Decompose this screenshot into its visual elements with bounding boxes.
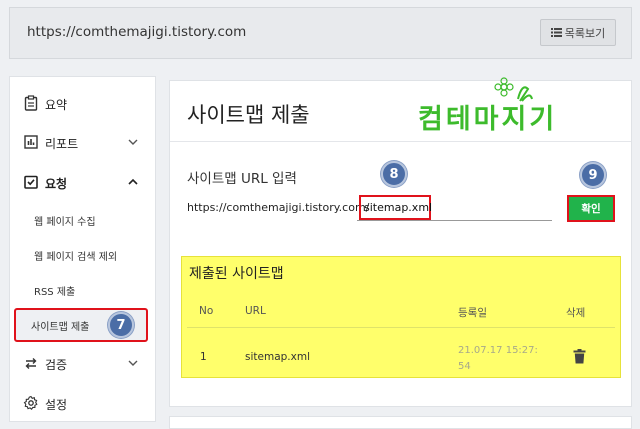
page-title: 사이트맵 제출 — [187, 103, 310, 127]
main-panel-bottom — [169, 416, 632, 429]
submitted-sitemaps-section: 제출된 사이트맵 No URL 등록일 삭제 1 sitemap.xml 21.… — [181, 256, 621, 378]
list-view-label: 목록보기 — [564, 26, 606, 40]
checkbox-icon — [24, 175, 38, 189]
sidebar-item-label: 검증 — [45, 358, 68, 372]
sidebar-item-label: 설정 — [45, 398, 68, 412]
brand-logo-text: 컴테마지기 — [418, 104, 558, 135]
sidebar-item-verify[interactable]: 검증 — [10, 353, 157, 373]
confirm-button[interactable]: 확인 — [567, 195, 615, 222]
chevron-up-icon — [128, 178, 138, 185]
sidebar-subitem-page-exclude[interactable]: 웹 페이지 검색 제외 — [34, 248, 117, 263]
list-view-button[interactable]: 목록보기 — [540, 19, 616, 46]
column-header-url: URL — [245, 305, 266, 317]
step-badge-8: 8 — [381, 161, 407, 187]
top-bar: https://comthemajigi.tistory.com 목록보기 — [9, 7, 632, 59]
list-icon — [550, 28, 562, 37]
main-panel: 사이트맵 제출 컴테마지기 사이트맵 URL 입력 8 9 https://co… — [169, 77, 632, 407]
sidebar-subitem-rss[interactable]: RSS 제출 — [34, 283, 75, 298]
step-badge-9: 9 — [580, 162, 606, 188]
sidebar-subitem-sitemap-label: 사이트맵 제출 — [31, 322, 90, 333]
site-url: https://comthemajigi.tistory.com — [27, 24, 247, 40]
column-header-no: No — [199, 305, 214, 317]
table-cell-date-line2: 54 — [458, 361, 471, 372]
table-cell-date: 21.07.17 15:27: 54 — [458, 343, 538, 375]
trash-icon[interactable] — [573, 349, 586, 364]
sidebar-item-summary[interactable]: 요약 — [10, 93, 157, 113]
table-cell-url: sitemap.xml — [245, 351, 310, 363]
chevron-down-icon — [128, 139, 138, 145]
table-cell-date-line1: 21.07.17 15:27: — [458, 345, 538, 356]
swap-icon — [25, 358, 37, 369]
sidebar-item-label: 요청 — [45, 177, 68, 191]
sitemap-url-section-label: 사이트맵 URL 입력 — [187, 171, 297, 187]
table-cell-no: 1 — [200, 351, 207, 363]
sidebar-item-request[interactable]: 요청 — [10, 172, 157, 192]
sidebar-subitem-page-collect[interactable]: 웹 페이지 수집 — [34, 213, 96, 228]
sidebar-item-settings[interactable]: 설정 — [10, 393, 157, 413]
title-divider — [170, 141, 631, 142]
column-header-delete: 삭제 — [566, 307, 586, 319]
clipboard-icon — [24, 95, 38, 111]
sidebar: 요약 리포트 요청 웹 페이지 수집 웹 페이지 검색 제외 RSS 제출 사이… — [9, 76, 156, 422]
chevron-down-icon — [128, 360, 138, 366]
sitemap-url-input[interactable]: sitemap.xml — [359, 195, 432, 220]
step-badge-7: 7 — [108, 312, 134, 338]
sitemap-url-prefix: https://comthemajigi.tistory.com/ — [187, 201, 370, 214]
sidebar-item-report[interactable]: 리포트 — [10, 132, 157, 152]
sidebar-item-label: 요약 — [45, 98, 68, 112]
column-header-date: 등록일 — [458, 307, 487, 319]
table-header-divider — [187, 327, 615, 328]
sidebar-item-label: 리포트 — [45, 137, 79, 151]
submitted-sitemaps-title: 제출된 사이트맵 — [189, 266, 284, 282]
bar-chart-icon — [24, 135, 38, 149]
gear-icon — [23, 395, 38, 411]
